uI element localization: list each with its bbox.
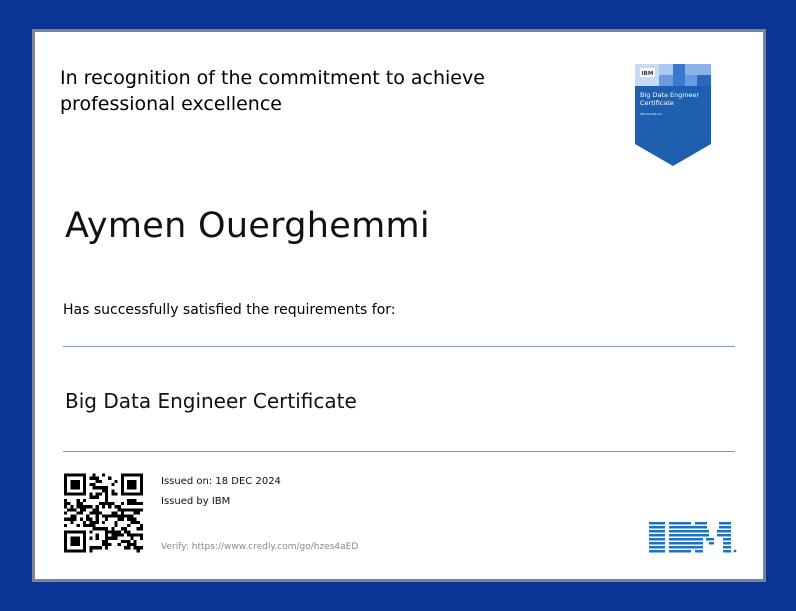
issued-by: Issued by IBM bbox=[161, 496, 231, 507]
recipient-name: Aymen Ouerghemmi bbox=[65, 206, 430, 246]
badge-title-line1: Big Data Engineer bbox=[640, 91, 699, 99]
certificate-name: Big Data Engineer Certificate bbox=[65, 389, 357, 413]
certificate-card: In recognition of the commitment to achi… bbox=[35, 32, 763, 579]
divider-top bbox=[63, 346, 735, 347]
qr-code-icon[interactable] bbox=[64, 473, 143, 553]
requirements-text: Has successfully satisfied the requireme… bbox=[63, 302, 396, 318]
divider-bottom bbox=[63, 451, 735, 452]
badge-brand: IBM bbox=[642, 71, 654, 77]
certificate-badge-icon: IBM Big Data Engineer Certificate IBM Sk… bbox=[635, 64, 711, 166]
badge-fine-print: IBM SkillsBuild bbox=[640, 112, 662, 116]
recognition-text: In recognition of the commitment to achi… bbox=[60, 67, 485, 115]
ibm-logo-icon bbox=[649, 522, 737, 553]
badge-title-line2: Certificate bbox=[640, 99, 674, 107]
certificate-frame: In recognition of the commitment to achi… bbox=[32, 29, 766, 582]
verify-link[interactable]: Verify: https://www.credly.com/go/hzes4a… bbox=[161, 542, 358, 552]
issued-on: Issued on: 18 DEC 2024 bbox=[161, 476, 281, 487]
